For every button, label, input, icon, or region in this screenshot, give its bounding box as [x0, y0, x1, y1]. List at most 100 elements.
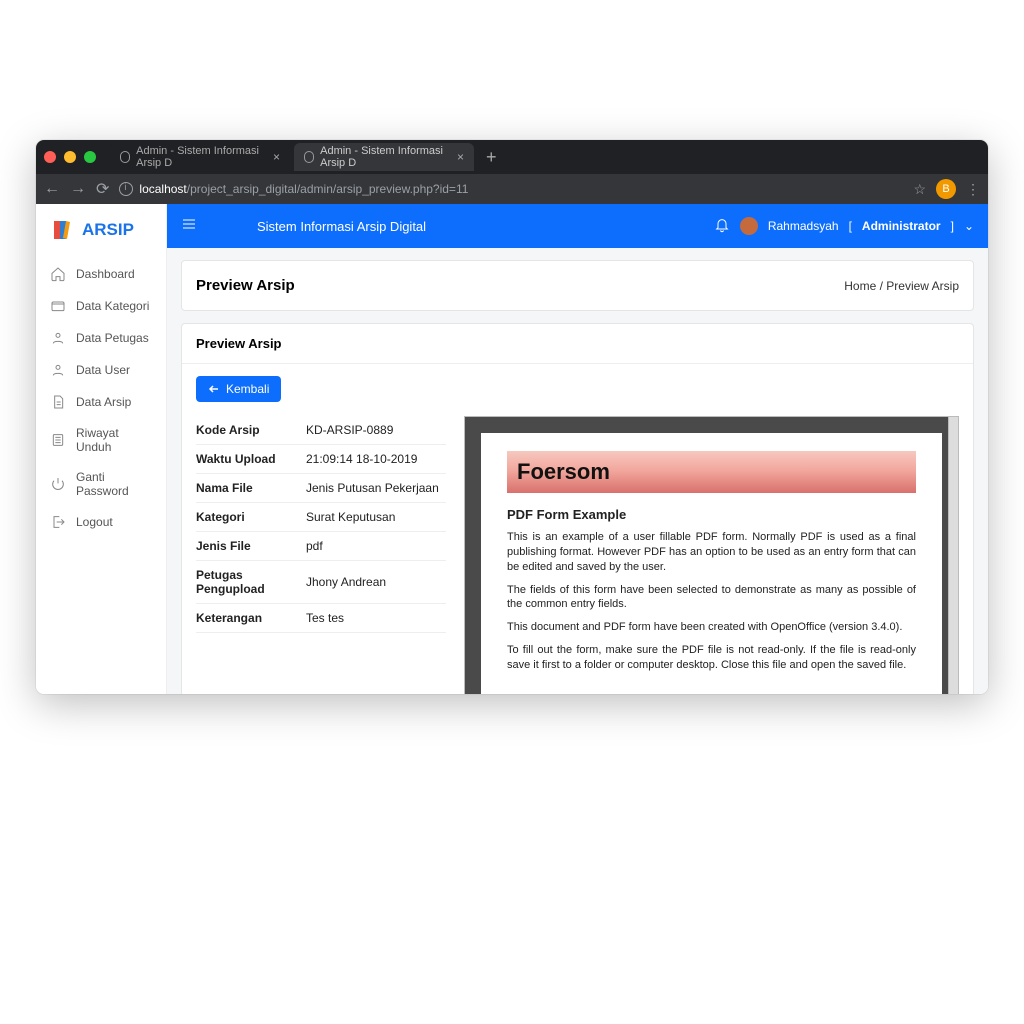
pdf-preview-frame: Foersom PDF Form Example This is an exam… [464, 416, 959, 694]
logout-icon [50, 514, 66, 530]
home-icon [50, 266, 66, 282]
avatar[interactable] [740, 217, 758, 235]
globe-icon [304, 151, 314, 163]
page-header-card: Preview Arsip Home / Preview Arsip [181, 260, 974, 311]
kv-value: pdf [306, 532, 446, 561]
brand-text: ARSIP [82, 220, 134, 240]
content-area: Sistem Informasi Arsip Digital Rahmadsya… [167, 204, 988, 694]
sidebar-item-label: Riwayat Unduh [76, 426, 152, 454]
forward-icon[interactable]: → [70, 180, 86, 198]
browser-tab[interactable]: Admin - Sistem Informasi Arsip D × [110, 143, 290, 171]
sidebar-item-kategori[interactable]: Data Kategori [36, 290, 166, 322]
chevron-down-icon[interactable]: ⌄ [964, 219, 974, 233]
sidebar-item-label: Data Arsip [76, 395, 131, 409]
folder-icon [50, 298, 66, 314]
back-button[interactable]: Kembali [196, 376, 281, 402]
pdf-title: PDF Form Example [507, 507, 916, 522]
kv-key: Kategori [196, 503, 306, 532]
brand-logo-icon [50, 218, 74, 242]
bookmark-icon[interactable]: ☆ [913, 181, 926, 198]
globe-icon [120, 151, 130, 163]
maximize-window-button[interactable] [84, 151, 96, 163]
kv-key: Nama File [196, 474, 306, 503]
pdf-paragraph: This document and PDF form have been cre… [507, 620, 916, 635]
browser-tab-active[interactable]: Admin - Sistem Informasi Arsip D × [294, 143, 474, 171]
bell-icon[interactable] [714, 217, 730, 236]
user-name: Rahmadsyah [768, 219, 839, 233]
kv-value: 21:09:14 18-10-2019 [306, 445, 446, 474]
pdf-paragraph: This is an example of a user fillable PD… [507, 530, 916, 575]
browser-window: Admin - Sistem Informasi Arsip D × Admin… [36, 140, 988, 694]
minimize-window-button[interactable] [64, 151, 76, 163]
role-close: ] [951, 219, 954, 233]
sidebar-item-dashboard[interactable]: Dashboard [36, 258, 166, 290]
user-icon [50, 362, 66, 378]
browser-tabbar: Admin - Sistem Informasi Arsip D × Admin… [36, 140, 988, 174]
sidebar-item-label: Logout [76, 515, 113, 529]
pdf-scrollbar[interactable] [948, 417, 958, 694]
app-title: Sistem Informasi Arsip Digital [257, 219, 426, 234]
topbar: Sistem Informasi Arsip Digital Rahmadsya… [167, 204, 988, 248]
kv-value: Jenis Putusan Pekerjaan [306, 474, 446, 503]
sidebar-item-petugas[interactable]: Data Petugas [36, 322, 166, 354]
sidebar-item-label: Ganti Password [76, 470, 152, 498]
breadcrumb-sep: / [876, 279, 886, 293]
tab-title: Admin - Sistem Informasi Arsip D [136, 145, 267, 169]
page-title: Preview Arsip [196, 277, 295, 294]
sidebar-item-user[interactable]: Data User [36, 354, 166, 386]
user-icon [50, 330, 66, 346]
breadcrumb-home[interactable]: Home [844, 279, 876, 293]
breadcrumb-current: Preview Arsip [886, 279, 959, 293]
back-icon[interactable]: ← [44, 180, 60, 198]
sidebar-item-password[interactable]: Ganti Password [36, 462, 166, 506]
new-tab-button[interactable]: + [478, 147, 505, 168]
close-tab-icon[interactable]: × [457, 150, 464, 164]
reload-icon[interactable]: ⟳ [96, 179, 109, 199]
close-tab-icon[interactable]: × [273, 150, 280, 164]
sidebar: ARSIP Dashboard Data Kategori Data Petug… [36, 204, 167, 694]
close-window-button[interactable] [44, 151, 56, 163]
profile-badge[interactable]: B [936, 179, 956, 199]
kv-key: Waktu Upload [196, 445, 306, 474]
role-open: [ [849, 219, 852, 233]
kv-value: Tes tes [306, 604, 446, 633]
sidebar-item-label: Dashboard [76, 267, 135, 281]
card-title: Preview Arsip [182, 324, 973, 364]
brand: ARSIP [36, 218, 166, 258]
url-host: localhost [139, 182, 186, 196]
kv-value: Surat Keputusan [306, 503, 446, 532]
sidebar-item-arsip[interactable]: Data Arsip [36, 386, 166, 418]
kv-key: Kode Arsip [196, 416, 306, 445]
sidebar-item-label: Data User [76, 363, 130, 377]
back-button-label: Kembali [226, 382, 269, 396]
window-controls [44, 151, 96, 163]
tab-title: Admin - Sistem Informasi Arsip D [320, 145, 451, 169]
kv-key: Petugas Pengupload [196, 561, 306, 604]
address-bar[interactable]: localhost/project_arsip_digital/admin/ar… [119, 182, 903, 196]
preview-card: Preview Arsip Kembali Kode ArsipKD-ARSIP… [181, 323, 974, 694]
site-info-icon[interactable] [119, 182, 133, 196]
url-path: /project_arsip_digital/admin/arsip_previ… [187, 182, 469, 196]
kv-value: KD-ARSIP-0889 [306, 416, 446, 445]
user-role: Administrator [862, 219, 941, 233]
pdf-paragraph: The fields of this form have been select… [507, 583, 916, 613]
sidebar-item-label: Data Kategori [76, 299, 149, 313]
list-icon [50, 432, 66, 448]
kv-key: Jenis File [196, 532, 306, 561]
sidebar-item-logout[interactable]: Logout [36, 506, 166, 538]
pdf-page: Foersom PDF Form Example This is an exam… [481, 433, 942, 694]
arrow-left-icon [208, 383, 220, 395]
kv-value: Jhony Andrean [306, 561, 446, 604]
power-icon [50, 476, 66, 492]
chrome-menu-icon[interactable]: ⋮ [966, 181, 980, 198]
sidebar-item-riwayat[interactable]: Riwayat Unduh [36, 418, 166, 462]
pdf-banner: Foersom [507, 451, 916, 493]
pdf-paragraph: To fill out the form, make sure the PDF … [507, 643, 916, 673]
browser-toolbar: ← → ⟳ localhost/project_arsip_digital/ad… [36, 174, 988, 204]
pdf-banner-text: Foersom [517, 459, 610, 485]
sidebar-item-label: Data Petugas [76, 331, 149, 345]
app-root: ARSIP Dashboard Data Kategori Data Petug… [36, 204, 988, 694]
properties-table: Kode ArsipKD-ARSIP-0889 Waktu Upload21:0… [196, 416, 446, 694]
file-icon [50, 394, 66, 410]
hamburger-icon[interactable] [181, 216, 197, 237]
